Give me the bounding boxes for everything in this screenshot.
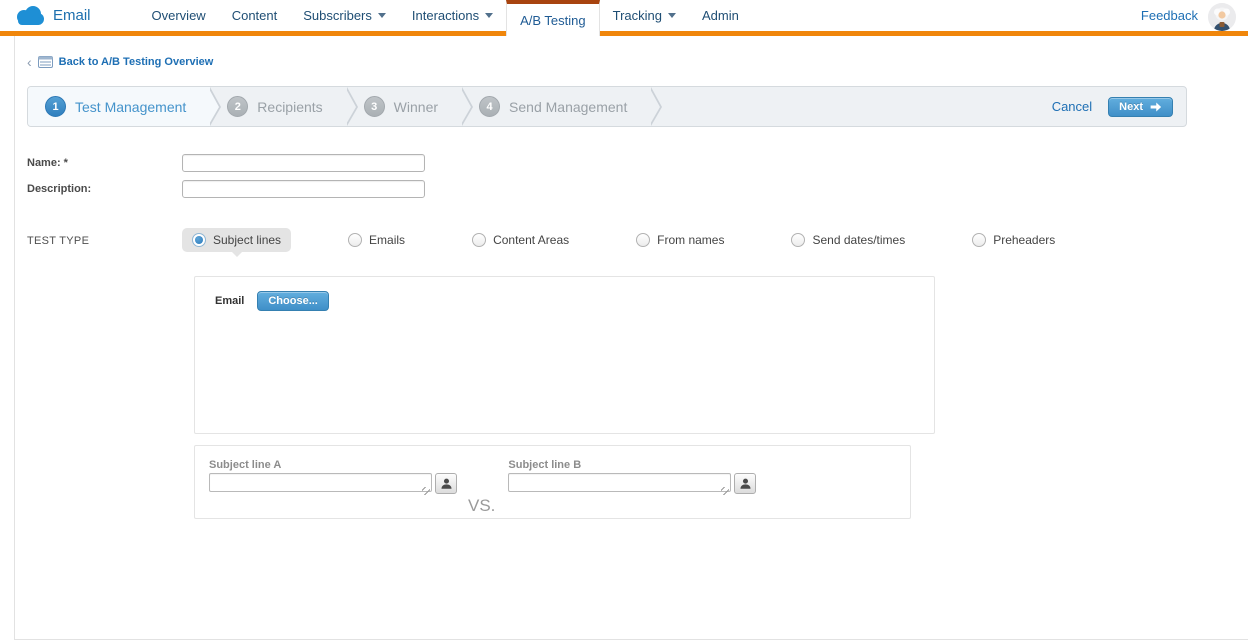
personalization-button-b[interactable] (734, 473, 756, 494)
email-row: Email Choose... (215, 291, 934, 311)
test-type-radio-group: Subject lines Emails Content Areas From … (182, 228, 1112, 252)
back-link-label: Back to A/B Testing Overview (59, 56, 214, 68)
cloud-logo-icon (14, 5, 45, 26)
chevron-left-icon: ‹ (27, 55, 32, 69)
radio-icon (192, 233, 206, 247)
feedback-link[interactable]: Feedback (1141, 8, 1198, 23)
description-label: Description: (27, 183, 182, 195)
step-test-management[interactable]: 1 Test Management (28, 87, 210, 126)
radio-from-names[interactable]: From names (626, 228, 734, 252)
radio-emails[interactable]: Emails (338, 228, 415, 252)
step-number-badge: 4 (479, 96, 500, 117)
next-button[interactable]: Next (1108, 97, 1173, 117)
wizard-actions: Cancel Next (1052, 97, 1186, 117)
radio-label: Subject lines (213, 233, 281, 247)
person-icon (440, 477, 453, 490)
radio-icon (972, 233, 986, 247)
step-recipients[interactable]: 2 Recipients (210, 87, 346, 126)
step-winner[interactable]: 3 Winner (347, 87, 462, 126)
test-form: Name: * Description: TEST TYPE Subject l… (15, 154, 1248, 519)
nav-interactions[interactable]: Interactions (399, 0, 506, 31)
name-input[interactable] (182, 154, 425, 172)
nav-content[interactable]: Content (219, 0, 291, 31)
radio-icon (791, 233, 805, 247)
top-navigation: Email Overview Content Subscribers Inter… (0, 0, 1248, 31)
avatar[interactable] (1208, 3, 1236, 31)
radio-label: Content Areas (493, 233, 569, 247)
nav-tracking[interactable]: Tracking (600, 0, 689, 31)
name-label: Name: * (27, 157, 182, 169)
nav-label: Overview (152, 8, 206, 23)
nav-label: Subscribers (303, 8, 372, 23)
person-icon (739, 477, 752, 490)
email-label: Email (215, 295, 244, 307)
email-chooser-panel: Email Choose... (194, 276, 935, 434)
subject-line-b-input[interactable] (508, 473, 731, 492)
next-arrow-icon (1149, 101, 1162, 113)
vs-label: VS. (468, 496, 495, 516)
nav-label: Interactions (412, 8, 479, 23)
radio-preheaders[interactable]: Preheaders (962, 228, 1065, 252)
radio-label: Emails (369, 233, 405, 247)
test-type-label: TEST TYPE (27, 228, 182, 247)
primary-nav: Overview Content Subscribers Interaction… (139, 0, 752, 36)
nav-label: Admin (702, 8, 739, 23)
caret-down-icon (378, 13, 386, 18)
nav-subscribers[interactable]: Subscribers (290, 0, 399, 31)
nav-overview[interactable]: Overview (139, 0, 219, 31)
subject-line-a-group: Subject line A (209, 459, 457, 497)
subject-line-b-label: Subject line B (508, 459, 756, 471)
subject-line-a-input[interactable] (209, 473, 432, 492)
caret-down-icon (668, 13, 676, 18)
step-label: Test Management (75, 99, 186, 115)
choose-email-button[interactable]: Choose... (257, 291, 329, 311)
subject-line-a-row (209, 473, 457, 497)
radio-send-dates-times[interactable]: Send dates/times (781, 228, 915, 252)
nav-label: Tracking (613, 8, 662, 23)
caret-down-icon (485, 13, 493, 18)
back-row: ‹ Back to A/B Testing Overview (15, 52, 1248, 72)
subject-line-a-label: Subject line A (209, 459, 457, 471)
radio-icon (472, 233, 486, 247)
radio-label: From names (657, 233, 724, 247)
nav-label: Content (232, 8, 278, 23)
step-number-badge: 2 (227, 96, 248, 117)
subject-line-b-group: Subject line B (508, 459, 756, 497)
radio-label: Preheaders (993, 233, 1055, 247)
cancel-button[interactable]: Cancel (1052, 99, 1092, 114)
step-number-badge: 3 (364, 96, 385, 117)
step-send-management[interactable]: 4 Send Management (462, 87, 651, 126)
test-type-row: TEST TYPE Subject lines Emails Content A… (27, 228, 1248, 252)
subject-lines-panel: Subject line A (194, 445, 911, 519)
radio-label: Send dates/times (812, 233, 905, 247)
radio-content-areas[interactable]: Content Areas (462, 228, 579, 252)
brand-label: Email (53, 7, 91, 24)
nav-admin[interactable]: Admin (689, 0, 752, 31)
wizard-step-bar: 1 Test Management 2 Recipients 3 Winner … (27, 86, 1187, 127)
description-row: Description: (27, 180, 1248, 198)
step-label: Send Management (509, 99, 627, 115)
step-label: Winner (394, 99, 438, 115)
brand-home[interactable]: Email (0, 0, 91, 31)
nav-right: Feedback (1141, 0, 1248, 31)
subject-line-b-row (508, 473, 756, 497)
radio-icon (636, 233, 650, 247)
nav-label: A/B Testing (520, 13, 586, 28)
page-content: ‹ Back to A/B Testing Overview 1 Test Ma… (14, 36, 1248, 640)
name-row: Name: * (27, 154, 1248, 172)
personalization-button-a[interactable] (435, 473, 457, 494)
step-label: Recipients (257, 99, 322, 115)
list-icon (38, 56, 53, 68)
next-button-label: Next (1119, 101, 1143, 113)
radio-subject-lines[interactable]: Subject lines (182, 228, 291, 252)
step-number-badge: 1 (45, 96, 66, 117)
description-input[interactable] (182, 180, 425, 198)
nav-ab-testing[interactable]: A/B Testing (506, 0, 600, 36)
back-to-overview-link[interactable]: Back to A/B Testing Overview (38, 56, 214, 68)
radio-icon (348, 233, 362, 247)
